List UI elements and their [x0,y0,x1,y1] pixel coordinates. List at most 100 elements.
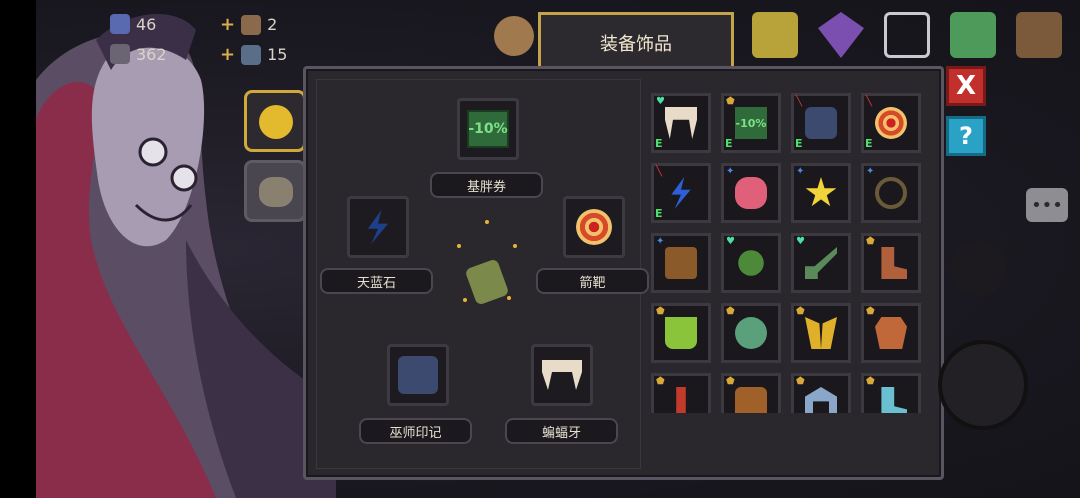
inventory-slot[interactable]: ⬟ [861,303,921,363]
equip-slot-left[interactable] [347,196,409,258]
material-b-counter: + 15 [220,44,287,65]
slash-badge-icon: ╲ [796,96,803,107]
material-a-counter: + 2 [220,14,277,35]
skull-necklace-icon [875,177,907,209]
shield-badge-icon: ⬟ [726,306,735,317]
chat-button[interactable]: ••• [1026,188,1068,222]
equip-label-right: 箭靶 [536,268,649,294]
material-b-icon [241,44,262,65]
coin-counter: 362 [110,44,167,64]
inventory-slot[interactable]: ♥ E [651,93,711,153]
potion-icon [665,317,697,349]
joystick-button[interactable] [938,340,1028,430]
wizard-mark-icon [805,107,837,139]
inventory-grid: ♥ E -10% ⬟ E ╲ E ╲ E ╲ E ✦ ✦ ✦ ✦ ♥ ♥ ⬟ ⬟ ⬟ ⬟ ⬟ ⬟ ⬟ ⬟ ⬟ [651,93,941,413]
equip-label-right-text: 箭靶 [579,275,606,291]
sparkle-icon [463,298,467,302]
stack-menu-icon[interactable] [950,12,996,58]
inventory-slot[interactable]: ╲ E [861,93,921,153]
equipped-badge: E [865,137,873,150]
golden-pot-icon [259,105,293,139]
shield-badge-icon: ⬟ [866,376,875,387]
snake-jar-icon [735,317,767,349]
inventory-slot[interactable]: ⬟ [861,373,921,413]
leather-armor-icon [875,317,907,349]
equipped-badge: E [655,207,663,220]
coin-value: 362 [136,44,167,64]
inventory-slot[interactable]: ✦ [791,163,851,223]
equip-label-left: 天蓝石 [320,268,433,294]
shield-badge-icon: ⬟ [796,306,805,317]
golden-wings-icon [805,317,837,349]
npc-portrait-icon[interactable] [494,16,534,56]
lightning-stone-icon [671,177,691,209]
close-icon: X [955,71,977,101]
star-badge-icon: ✦ [866,166,875,177]
shopping-cart-icon[interactable] [884,12,930,58]
backpack-menu-icon[interactable] [1016,12,1062,58]
equip-label-bottom-left: 巫师印记 [359,418,472,444]
treasure-chest-icon[interactable] [752,12,798,58]
bat-fang-icon [665,107,697,139]
equipment-panel: -10% 基胖券 天蓝石 箭靶 巫师印记 蝙蝠牙 ♥ E -10% ⬟ E ╲ … [303,66,944,480]
plus-icon[interactable]: + [220,44,235,65]
clover-icon [738,250,764,276]
inventory-slot[interactable]: ╲ E [651,163,711,223]
equip-label-bottom-right: 蝙蝠牙 [505,418,618,444]
skill-button[interactable] [950,240,1006,296]
inventory-slot[interactable]: ⬟ [721,303,781,363]
gem-shop-icon[interactable] [818,12,864,58]
equip-slot-bottom-left[interactable] [387,344,449,406]
inventory-slot[interactable]: ✦ [721,163,781,223]
equip-label-top: 基胖券 [430,172,543,198]
inventory-slot[interactable]: ╲ E [791,93,851,153]
plus-icon[interactable]: + [220,14,235,35]
tab-accessories[interactable] [244,90,306,152]
inventory-slot[interactable]: ♥ [791,233,851,293]
gem-value: 46 [136,14,157,34]
gem-icon [110,14,130,34]
material-a-icon [241,14,262,35]
equip-slot-bottom-right[interactable] [531,344,593,406]
sparkle-icon [485,220,489,224]
lightning-stone-icon [367,210,389,244]
tab-equip-accessories[interactable]: 装备饰品 [538,12,734,70]
inventory-slot[interactable]: ⬟ [651,303,711,363]
inventory-slot[interactable]: ⬟ [861,233,921,293]
material-a-value: 2 [267,15,278,34]
star-badge-icon: ✦ [796,166,805,177]
equip-slot-right[interactable] [563,196,625,258]
sparkle-icon [507,296,511,300]
tab-pets[interactable] [244,160,306,222]
boot-icon [881,247,907,279]
heart-badge-icon: ♥ [726,236,735,247]
top-icon-bar [752,12,1062,58]
sparkle-icon [457,244,461,248]
inventory-slot[interactable]: ✦ [651,233,711,293]
equipped-area: -10% 基胖券 天蓝石 箭靶 巫师印记 蝙蝠牙 [316,79,649,469]
shield-badge-icon: ⬟ [796,376,805,387]
pet-mummy-icon[interactable] [464,258,510,306]
inventory-slot[interactable]: ♥ [721,233,781,293]
chat-bubble-icon: ••• [1031,194,1063,216]
tab-title-label: 装备饰品 [600,33,672,55]
inventory-slot[interactable]: ⬟ [791,373,851,413]
help-icon: ? [959,122,973,150]
equipped-badge: E [725,137,733,150]
shield-badge-icon: ⬟ [866,236,875,247]
inventory-slot[interactable]: ✦ [861,163,921,223]
bat-fang-icon [542,360,582,390]
equip-slot-top[interactable]: -10% [457,98,519,160]
equipped-badge: E [795,137,803,150]
help-button[interactable]: ? [946,116,986,156]
inventory-slot[interactable]: ⬟ [721,373,781,413]
equip-label-bottom-right-text: 蝙蝠牙 [541,425,581,441]
backpack-icon [665,247,697,279]
shield-badge-icon: ⬟ [656,376,665,387]
pet-icon [259,177,293,207]
close-button[interactable]: X [946,66,986,106]
shield-badge-icon: ⬟ [726,376,735,387]
inventory-slot[interactable]: ⬟ [791,303,851,363]
inventory-slot[interactable]: -10% ⬟ E [721,93,781,153]
inventory-slot[interactable]: ⬟ [651,373,711,413]
